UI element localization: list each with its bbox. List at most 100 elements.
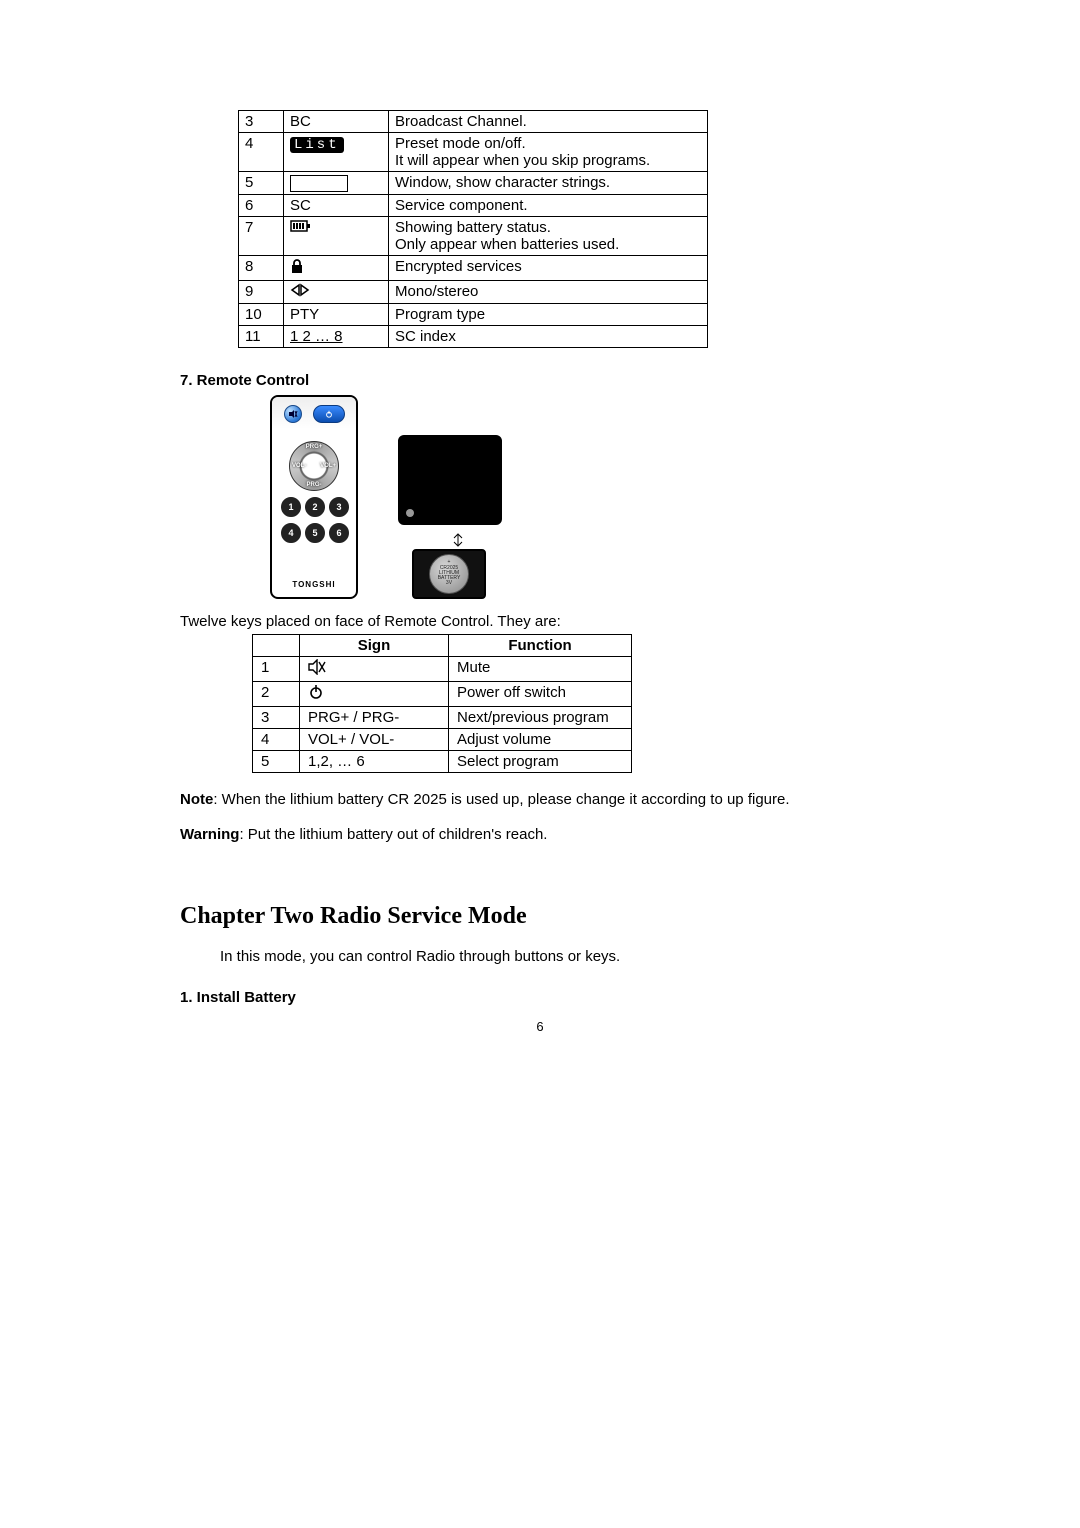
screw-icon [406,509,414,517]
row-sign: BC [284,111,389,133]
remote-num-2: 2 [305,497,325,517]
table-row: 2 Power off switch [253,681,632,706]
col-function: Function [449,634,632,656]
table-row: 4 VOL+ / VOL- Adjust volume [253,728,632,750]
row-sign [300,681,449,706]
remote-control-figure: PRG+ PRG- VOL- VOL+ 1 2 3 4 5 6 TONGSHI [270,395,900,599]
remote-back-figure: + CR2025 LITHIUM BATTERY 3V [398,435,518,599]
row-num: 5 [253,750,300,772]
table-row: 6 SC Service component. [239,194,708,216]
row-sign: 1 2 … 8 [284,325,389,347]
row-desc: Encrypted services [389,255,708,280]
remote-num-1: 1 [281,497,301,517]
row-func: Mute [449,656,632,681]
row-func: Next/previous program [449,706,632,728]
table-row: 3 PRG+ / PRG- Next/previous program [253,706,632,728]
row-num: 11 [239,325,284,347]
table-row: 9 Mono/stereo [239,280,708,303]
row-num: 7 [239,216,284,255]
remote-number-grid: 1 2 3 4 5 6 [281,497,347,543]
col-sign: Sign [300,634,449,656]
note-text: : When the lithium battery CR 2025 is us… [213,791,789,808]
arrow-up-down-icon [398,533,518,547]
row-sign [284,255,389,280]
table-row: 5 Window, show character strings. [239,172,708,195]
row-num: 1 [253,656,300,681]
row-num: 3 [239,111,284,133]
note-paragraph: Note: When the lithium battery CR 2025 i… [180,791,900,808]
row-desc: Preset mode on/off. It will appear when … [389,133,708,172]
row-num: 5 [239,172,284,195]
row-sign [284,280,389,303]
remote-num-3: 3 [329,497,349,517]
row-sign: PTY [284,303,389,325]
row-desc: Program type [389,303,708,325]
row-func: Adjust volume [449,728,632,750]
row-func: Select program [449,750,632,772]
chapter-two-title: Chapter Two Radio Service Mode [180,903,900,930]
table-row: 11 1 2 … 8 SC index [239,325,708,347]
row-desc: Window, show character strings. [389,172,708,195]
note-label: Note [180,791,213,808]
battery-holder: + CR2025 LITHIUM BATTERY 3V [412,549,486,599]
row-desc: Service component. [389,194,708,216]
row-num: 9 [239,280,284,303]
coin-cell-icon: + CR2025 LITHIUM BATTERY 3V [429,554,469,594]
lock-icon [290,258,304,274]
remote-mute-button [284,405,302,423]
table-row: 4 List Preset mode on/off. It will appea… [239,133,708,172]
page-number: 6 [0,1019,1080,1034]
power-icon [308,684,324,700]
table-row: 3 BC Broadcast Channel. [239,111,708,133]
row-desc: Broadcast Channel. [389,111,708,133]
row-sign: SC [284,194,389,216]
row-sign [284,216,389,255]
row-sign [284,172,389,195]
col-blank [253,634,300,656]
chapter-intro: In this mode, you can control Radio thro… [220,948,900,965]
table-row: 10 PTY Program type [239,303,708,325]
battery-icon [290,219,312,233]
remote-power-button [313,405,345,423]
row-sign [300,656,449,681]
row-func: Power off switch [449,681,632,706]
row-desc: Showing battery status. Only appear when… [389,216,708,255]
remote-num-5: 5 [305,523,325,543]
row-num: 2 [253,681,300,706]
row-num: 6 [239,194,284,216]
table-row: 8 Encrypted services [239,255,708,280]
row-num: 4 [239,133,284,172]
warning-text: : Put the lithium battery out of childre… [239,826,547,843]
display-icons-table: 3 BC Broadcast Channel. 4 List Preset mo… [238,110,708,348]
section-1-title: 1. Install Battery [180,989,900,1006]
row-sign: List [284,133,389,172]
table-row: 1 Mute [253,656,632,681]
section-7-title: 7. Remote Control [180,372,900,389]
mute-icon [308,659,326,675]
table-row: 7 Showing battery status. Only appear wh… [239,216,708,255]
row-desc: SC index [389,325,708,347]
remote-num-6: 6 [329,523,349,543]
row-num: 8 [239,255,284,280]
row-sign: 1,2, … 6 [300,750,449,772]
row-desc: Mono/stereo [389,280,708,303]
remote-num-4: 4 [281,523,301,543]
remote-keys-intro: Twelve keys placed on face of Remote Con… [180,613,900,630]
warning-label: Warning [180,826,239,843]
window-box-icon [290,175,348,192]
remote-back-panel [398,435,502,525]
table-row: 5 1,2, … 6 Select program [253,750,632,772]
row-sign: VOL+ / VOL- [300,728,449,750]
row-num: 4 [253,728,300,750]
remote-brand: TONGSHI [272,580,356,589]
remote-front: PRG+ PRG- VOL- VOL+ 1 2 3 4 5 6 TONGSHI [270,395,358,599]
warning-paragraph: Warning: Put the lithium battery out of … [180,826,900,843]
remote-keys-table: Sign Function 1 Mute 2 Power of [252,634,632,773]
mono-stereo-icon [290,283,310,297]
list-badge-icon: List [290,137,344,153]
remote-nav-ring: PRG+ PRG- VOL- VOL+ [289,441,339,491]
row-sign: PRG+ / PRG- [300,706,449,728]
table-header-row: Sign Function [253,634,632,656]
row-num: 10 [239,303,284,325]
row-num: 3 [253,706,300,728]
